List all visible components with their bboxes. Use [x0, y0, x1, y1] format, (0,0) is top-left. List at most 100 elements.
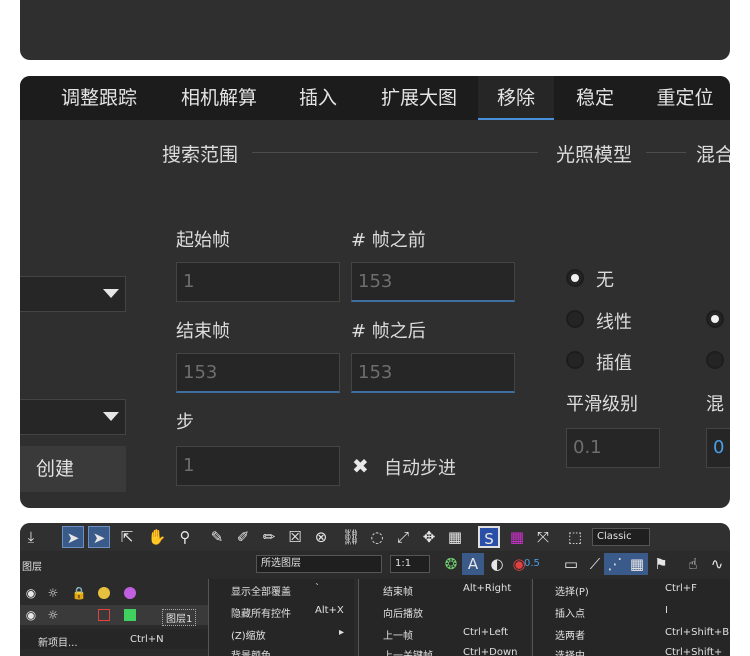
menu-shortcut: Alt+X [315, 605, 344, 616]
blend-label: 混 [706, 394, 724, 415]
eye-icon[interactable]: ◉ [20, 582, 42, 604]
smoothing-field[interactable]: 0.1 [566, 428, 660, 468]
frames-before-label: # 帧之前 [351, 230, 426, 251]
new-project-shortcut: Ctrl+N [130, 634, 164, 645]
green-swatch[interactable] [124, 609, 136, 621]
tab-retarget[interactable]: 重定位 [640, 76, 730, 120]
blend-radio-2[interactable] [706, 351, 724, 369]
link-icon[interactable]: ⛓ [340, 526, 362, 548]
tab-adjust-track[interactable]: 调整跟踪 [44, 76, 154, 120]
layer-name[interactable]: 图层1 [162, 609, 197, 626]
color-swatch-icon[interactable] [98, 587, 110, 599]
radio-none[interactable] [566, 269, 584, 287]
hand-icon[interactable]: ✋ [146, 526, 168, 548]
menu-item[interactable]: 选两者 [555, 627, 585, 642]
toolbar-row: ⤓ ➤ ➤ ⇱ ✋ ⚲ ✎ ✐ ✏ ☒ ⊗ ⛓ ◌ ⤢ ✥ ▦ S ▦ ⤧ ⬚ … [20, 523, 730, 551]
left-dropdown-2[interactable] [20, 399, 126, 435]
tab-insert[interactable]: 插入 [286, 76, 350, 120]
blend-radio[interactable] [706, 310, 724, 328]
bounding-box-icon[interactable]: ⬚ [564, 526, 586, 548]
new-project-row[interactable]: 新项目... Ctrl+N [20, 629, 210, 649]
sun-icon[interactable]: ☼ [42, 604, 64, 626]
menu-item[interactable]: 选择中 [555, 647, 585, 656]
eye-icon[interactable]: ◉ [20, 604, 42, 626]
monitor-icon[interactable]: ▭ [560, 553, 582, 575]
left-dropdown-1[interactable] [20, 276, 126, 312]
sun-icon[interactable]: ☼ [42, 582, 64, 604]
start-frame-label: 起始帧 [176, 230, 230, 251]
smoothing-label: 平滑级别 [566, 394, 638, 415]
layer-row[interactable]: ◉ ☼ 图层1 [20, 604, 210, 626]
stroke-icon[interactable]: ⟋ [584, 553, 606, 575]
tab-remove[interactable]: 移除 [478, 76, 554, 120]
menu-item[interactable]: 隐藏所有控件 [231, 605, 291, 620]
rect-x-icon[interactable]: ☒ [284, 526, 306, 548]
lock-icon[interactable]: 🔒 [68, 582, 90, 604]
preset-select[interactable]: Classic [592, 528, 650, 546]
menu-item[interactable]: 背景颜色... [231, 647, 281, 656]
tab-stabilize[interactable]: 稳定 [562, 76, 628, 120]
frames-before-field[interactable]: 153 [351, 262, 515, 302]
submenu-arrow-icon: ▸ [339, 627, 345, 638]
zoom-ratio-select[interactable]: 1:1 [390, 555, 430, 573]
add-point-icon[interactable]: ⇱ [116, 526, 138, 548]
opacity-value[interactable]: 0.5 [524, 558, 540, 569]
menu-item[interactable]: 插入点 [555, 605, 585, 620]
cursor-icon[interactable]: ☝ [682, 553, 704, 575]
lasso-icon[interactable]: ◌ [366, 526, 388, 548]
s-toggle-icon[interactable]: S [478, 526, 500, 548]
layer-header-row: ◉ ☼ 🔒 [20, 583, 210, 603]
menu-item[interactable]: 结束帧 [383, 583, 413, 598]
mesh-icon[interactable]: ▦ [626, 553, 648, 575]
tab-extend-plate[interactable]: 扩展大图 [364, 76, 474, 120]
menu-shortcut: Ctrl+Shift+ [665, 647, 723, 656]
menu-shortcut: Alt+Right [463, 583, 512, 594]
search-range-title: 搜索范围 [162, 144, 239, 166]
radio-none-label: 无 [596, 270, 614, 291]
blend-field[interactable]: 0 [706, 428, 730, 468]
color-wheel-icon[interactable] [124, 587, 136, 599]
transform-icon[interactable]: ⤧ [532, 526, 554, 548]
menu-item[interactable]: 显示全部覆盖 [231, 583, 291, 598]
pen-icon[interactable]: ✎ [206, 526, 228, 548]
alpha-a-icon[interactable]: A [462, 553, 484, 575]
radio-interpolate[interactable] [566, 351, 584, 369]
end-frame-field[interactable]: 153 [176, 353, 340, 393]
radio-linear[interactable] [566, 310, 584, 328]
remove-settings-panel: 调整跟踪 相机解算 插入 扩展大图 移除 稳定 重定位 搜索范围 光照模型 混合… [20, 76, 730, 508]
new-project-label[interactable]: 新项目... [38, 634, 78, 649]
grid-icon[interactable]: ▦ [444, 526, 466, 548]
menu-item[interactable]: 上一帧 [383, 627, 413, 642]
download-icon[interactable]: ⤓ [20, 526, 42, 548]
circle-x-icon[interactable]: ⊗ [310, 526, 332, 548]
menu-shortcut: Ctrl+F [665, 583, 697, 594]
layer-scope-select[interactable]: 所选图层 [256, 555, 382, 573]
tab-camera-solve[interactable]: 相机解算 [164, 76, 274, 120]
select-tool-icon[interactable]: ➤ [62, 526, 84, 548]
brush-icon[interactable]: ✏ [258, 526, 280, 548]
curve-icon[interactable]: ∿ [706, 553, 728, 575]
auto-step-label: 自动步进 [384, 458, 456, 479]
create-button[interactable]: 创建 [20, 446, 126, 492]
red-swatch[interactable] [98, 609, 110, 621]
menu-item[interactable]: 向后播放 [383, 605, 423, 620]
frames-after-field[interactable]: 153 [351, 353, 515, 393]
select-b-tool-icon[interactable]: ➤ [88, 526, 110, 548]
lighting-model-title: 光照模型 [556, 144, 633, 166]
spline-icon[interactable]: ⋰ [604, 553, 626, 575]
scale-icon[interactable]: ⤢ [392, 526, 414, 548]
move-icon[interactable]: ✥ [418, 526, 440, 548]
zoom-icon[interactable]: ⚲ [174, 526, 196, 548]
step-field[interactable]: 1 [176, 446, 340, 486]
menu-item[interactable]: (Z)缩放 [231, 627, 266, 642]
rgb-icon[interactable]: ❂ [440, 553, 462, 575]
pen-add-icon[interactable]: ✐ [232, 526, 254, 548]
auto-step-checkbox[interactable]: ✖ [352, 454, 369, 478]
overlay-icon[interactable]: ◐ [486, 553, 508, 575]
step-label: 步 [176, 412, 194, 433]
start-frame-field[interactable]: 1 [176, 262, 340, 302]
magenta-grid-icon[interactable]: ▦ [506, 526, 528, 548]
menu-item[interactable]: 上一关键帧 [383, 647, 433, 656]
menu-item[interactable]: 选择(P) [555, 583, 589, 598]
marker-icon[interactable]: ⚑ [650, 553, 672, 575]
